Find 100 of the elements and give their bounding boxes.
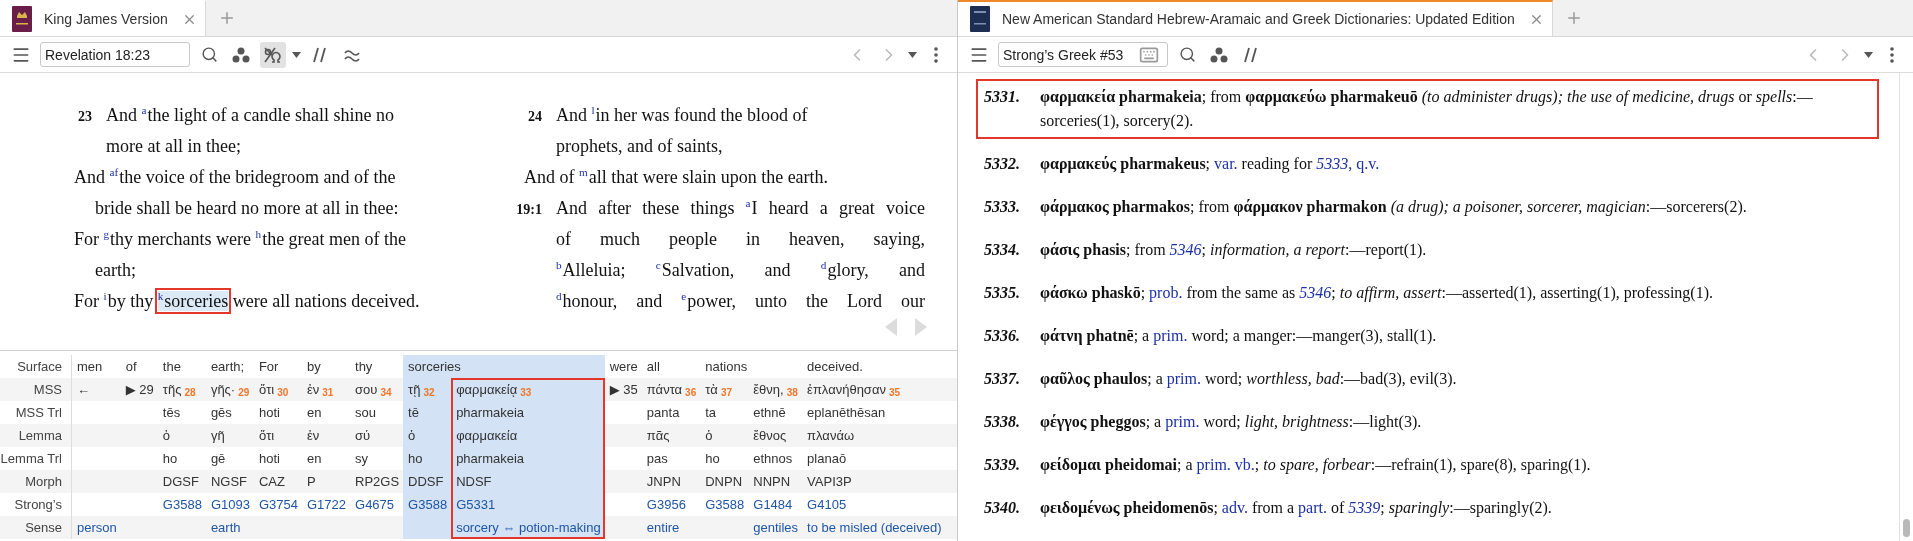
caret-icon[interactable] bbox=[908, 51, 917, 58]
cross-reference-link[interactable]: part. bbox=[1298, 499, 1327, 516]
transliteration: en bbox=[306, 405, 322, 420]
surface-word[interactable]: the bbox=[162, 359, 181, 374]
reference-field[interactable]: Revelation 18:23 bbox=[40, 42, 190, 67]
verse-text: For $^{i}$by thy $^{k}$sorceries were all nations deceived. bbox=[74, 291, 420, 312]
scrollbar[interactable] bbox=[1899, 73, 1913, 541]
strongs-number-link[interactable]: G4105 bbox=[807, 497, 847, 512]
entry-text: φάτνη phatnē; a prim. word; a manger:—manger(3), stall(1). bbox=[1040, 326, 1438, 347]
document-tab[interactable]: New American Standard Hebrew-Aramaic and Greek Dictionaries: Updated Edition bbox=[958, 0, 1553, 36]
word-order-number: 32 bbox=[423, 387, 435, 398]
lemma-transliteration: ho bbox=[162, 451, 178, 466]
entry-number: 5337. bbox=[984, 369, 1021, 389]
morphology-code: RP2GS bbox=[355, 474, 400, 489]
surface-word[interactable]: nations bbox=[705, 359, 748, 374]
row-label: Lemma bbox=[17, 427, 63, 445]
surface-word[interactable]: For bbox=[258, 359, 279, 374]
strongs-number-link[interactable]: G1722 bbox=[306, 497, 346, 512]
morphology-code: NNPN bbox=[753, 474, 791, 489]
surface-word[interactable]: thy bbox=[355, 359, 373, 374]
surface-word[interactable]: by bbox=[306, 359, 321, 374]
cross-reference-link[interactable]: 5346 bbox=[1169, 241, 1202, 258]
sense-link[interactable]: earth bbox=[210, 520, 241, 535]
sense-link[interactable]: sorcery ⇔ potion-making bbox=[456, 520, 601, 535]
verse-text: of much people in heaven, saying, bbox=[556, 229, 925, 250]
strongs-number-link[interactable]: G3588 bbox=[705, 497, 745, 512]
entry-text: φείδομαι pheidomai; a prim. vb.; to spare, forbear:—refrain(1), spare(8), sparing(1). bbox=[1040, 455, 1592, 476]
cross-reference-link[interactable]: prim. bbox=[1153, 327, 1188, 344]
sense-link[interactable]: person bbox=[77, 520, 117, 535]
verse-text: more at all in thee; bbox=[106, 136, 241, 157]
lemma-transliteration: gē bbox=[210, 451, 226, 466]
selected-word[interactable]: $^{k}$sorceries bbox=[157, 291, 229, 311]
sense-link[interactable]: gentiles bbox=[753, 520, 799, 535]
sense-link[interactable]: to be misled (deceived) bbox=[807, 520, 942, 535]
morphology-code: DNPN bbox=[705, 474, 743, 489]
entry-number: 5339. bbox=[984, 455, 1021, 475]
lemma: φαρμακεία bbox=[456, 428, 518, 443]
sense-link[interactable]: entire bbox=[646, 520, 680, 535]
verse-text: And $^{l}$in her was found the blood of bbox=[556, 105, 808, 126]
caret-icon[interactable] bbox=[292, 51, 301, 58]
book-icon bbox=[970, 6, 990, 32]
scrollbar-thumb[interactable] bbox=[1903, 519, 1910, 537]
lemma: ἐν bbox=[306, 428, 320, 443]
cross-reference-link[interactable]: 5346 bbox=[1299, 284, 1332, 301]
surface-word[interactable]: deceived. bbox=[807, 359, 863, 374]
strongs-number-link[interactable]: G3956 bbox=[646, 497, 686, 512]
strongs-number-link[interactable]: G3588 bbox=[408, 497, 448, 512]
lemma: ἔθνος bbox=[753, 428, 787, 443]
morphology-code: NGSF bbox=[210, 474, 247, 489]
strongs-number-link[interactable]: G1093 bbox=[210, 497, 250, 512]
lemma: ὁ bbox=[162, 428, 171, 443]
transliteration: pharmakeia bbox=[456, 405, 525, 420]
verse-text: And $^{a}$the light of a candle shall shine no bbox=[106, 105, 394, 126]
interlinear-button[interactable] bbox=[260, 41, 286, 68]
greek-word: ▶ 29 bbox=[125, 382, 154, 397]
cross-reference-link[interactable]: 5333, q.v. bbox=[1316, 155, 1380, 172]
cross-reference-link[interactable]: var. bbox=[1214, 155, 1238, 172]
greek-word: ἐν bbox=[306, 382, 320, 397]
reference-field[interactable]: Strong’s Greek #53 bbox=[998, 42, 1168, 67]
lemma-transliteration: pas bbox=[646, 451, 668, 466]
entry-number: 5331. bbox=[984, 87, 1021, 107]
strongs-number-link[interactable]: G1484 bbox=[753, 497, 793, 512]
strongs-number-link[interactable]: G4675 bbox=[355, 497, 395, 512]
greek-word: ἐπλανήθησαν bbox=[807, 382, 886, 397]
entry-text: φάσις phasis; from 5346; information, a report:—report(1). bbox=[1040, 240, 1428, 261]
cross-reference-link[interactable]: prim. bbox=[1165, 413, 1200, 430]
lemma-transliteration: hoti bbox=[258, 451, 280, 466]
surface-word[interactable]: sorceries bbox=[408, 359, 461, 374]
caret-icon[interactable] bbox=[1864, 51, 1873, 58]
greek-word: σου bbox=[355, 382, 378, 397]
greek-word: τῇ bbox=[408, 382, 421, 397]
surface-word[interactable]: earth; bbox=[210, 359, 245, 374]
lemma-transliteration: ho bbox=[705, 451, 720, 466]
verse-text: bride shall be heard no more at all in thee: bbox=[95, 198, 399, 219]
entry-text: φαρμακεύς pharmakeus; var. reading for 5333, q.v. bbox=[1040, 154, 1381, 175]
lemma: ὁ bbox=[705, 428, 713, 443]
cross-reference-link[interactable]: prim. vb. bbox=[1196, 456, 1255, 473]
strongs-number-link[interactable]: G3754 bbox=[258, 497, 298, 512]
lemma: πλανάω bbox=[807, 428, 855, 443]
word-order-number: 28 bbox=[184, 387, 196, 398]
entry-text: φαρμακεία pharmakeia; from φαρμακεύω pharmakeuō (to administer drugs); the use of medicine, drugs or spells:—sorceries(1), sorcery(2). bbox=[1040, 87, 1814, 132]
word-order-number: 36 bbox=[685, 387, 697, 398]
cross-reference-link[interactable]: 5339 bbox=[1348, 499, 1381, 516]
greek-word: ▶ 35 bbox=[609, 382, 638, 397]
strongs-number-link[interactable]: G5331 bbox=[456, 497, 496, 512]
cross-reference-link[interactable]: prim. bbox=[1166, 370, 1201, 387]
surface-word[interactable]: men bbox=[77, 359, 103, 374]
greek-word: γῆς· bbox=[210, 382, 236, 397]
surface-word[interactable]: of bbox=[125, 359, 137, 374]
verse-number: 23 bbox=[77, 109, 92, 125]
document-tab[interactable]: King James Version bbox=[0, 0, 206, 36]
surface-word[interactable]: were bbox=[609, 359, 638, 374]
strongs-number-link[interactable]: G3588 bbox=[162, 497, 202, 512]
transliteration: ta bbox=[705, 405, 717, 420]
lemma: πᾶς bbox=[646, 428, 670, 443]
cross-reference-link[interactable]: prob. bbox=[1149, 284, 1183, 301]
surface-word[interactable]: all bbox=[646, 359, 660, 374]
word-order-number: 38 bbox=[786, 387, 798, 398]
cross-reference-link[interactable]: adv. bbox=[1221, 499, 1248, 516]
more-icon bbox=[934, 46, 938, 63]
